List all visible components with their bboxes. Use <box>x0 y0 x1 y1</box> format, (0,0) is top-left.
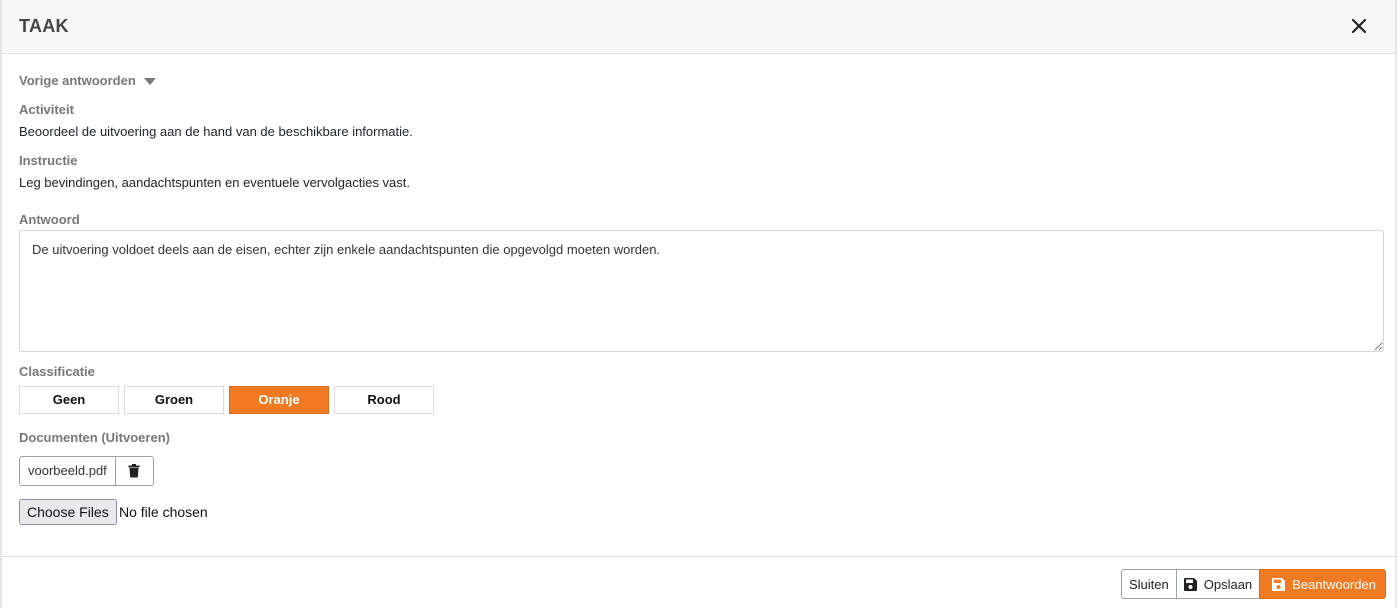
delete-file-button[interactable] <box>114 456 154 486</box>
classification-label: Classificatie <box>19 364 95 379</box>
answer-label: Antwoord <box>19 212 80 227</box>
task-modal: TAAK Vorige antwoorden Activiteit Beoord… <box>0 0 1397 608</box>
classification-option-geen[interactable]: Geen <box>19 386 119 414</box>
classification-option-oranje[interactable]: Oranje <box>229 386 329 414</box>
instruction-text: Leg bevindingen, aandachtspunten en even… <box>19 175 411 190</box>
save-icon <box>1183 577 1197 591</box>
previous-answers-label: Vorige antwoorden <box>19 73 136 88</box>
instruction-label: Instructie <box>19 153 78 168</box>
caret-down-icon <box>143 77 156 85</box>
choose-files-button[interactable]: Choose Files <box>19 499 117 525</box>
trash-icon <box>128 464 140 478</box>
close-button[interactable]: Sluiten <box>1120 569 1177 599</box>
footer-button-group: Sluiten Opslaan Beantwoorden <box>1120 569 1386 599</box>
modal-footer: Sluiten Opslaan Beantwoorden <box>2 556 1395 608</box>
classification-option-rood[interactable]: Rood <box>334 386 434 414</box>
close-button-label: Sluiten <box>1128 576 1169 592</box>
save-button[interactable]: Opslaan <box>1175 569 1261 599</box>
modal-header: TAAK <box>2 0 1395 54</box>
close-icon[interactable] <box>1347 14 1371 38</box>
no-file-text: No file chosen <box>119 504 208 520</box>
answer-textarea[interactable]: De uitvoering voldoet deels aan de eisen… <box>19 230 1384 352</box>
previous-answers-toggle[interactable]: Vorige antwoorden <box>19 73 156 88</box>
activity-text: Beoordeel de uitvoering aan de hand van … <box>19 124 413 139</box>
activity-label: Activiteit <box>19 102 74 117</box>
submit-button-label: Beantwoorden <box>1292 576 1376 592</box>
file-chip: voorbeeld.pdf <box>19 456 154 486</box>
file-name-link[interactable]: voorbeeld.pdf <box>19 456 116 486</box>
submit-button[interactable]: Beantwoorden <box>1259 569 1386 599</box>
modal-title: TAAK <box>19 16 69 36</box>
save-button-label: Opslaan <box>1203 576 1253 592</box>
classification-option-groen[interactable]: Groen <box>124 386 224 414</box>
documents-label: Documenten (Uitvoeren) <box>19 430 170 445</box>
save-icon <box>1272 577 1286 591</box>
